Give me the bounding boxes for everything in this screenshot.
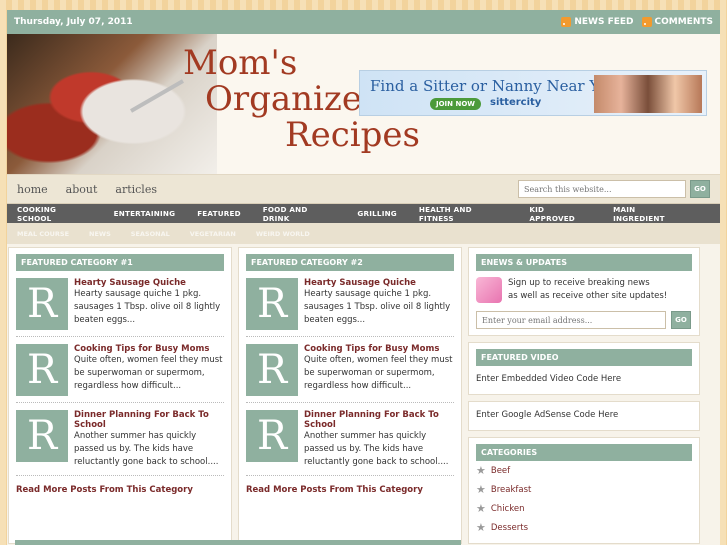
post-excerpt: Another summer has quickly passed us by.… [304, 431, 449, 467]
catnav-featured[interactable]: FEATURED [197, 209, 241, 218]
rss-feed-icon[interactable] [476, 277, 502, 303]
date-text: Thursday, July 07, 2011 [14, 17, 133, 27]
post-title[interactable]: Cooking Tips for Busy Moms [74, 344, 224, 354]
enews-widget: ENEWS & UPDATES Sign up to receive break… [468, 247, 700, 336]
comments-label: COMMENTS [654, 17, 713, 27]
nav-articles[interactable]: articles [115, 183, 157, 196]
video-placeholder-text: Enter Embedded Video Code Here [476, 374, 622, 384]
star-icon: ★ [476, 483, 486, 496]
bottom-section-bar [15, 540, 461, 545]
post-excerpt: Another summer has quickly passed us by.… [74, 431, 219, 467]
post-item[interactable]: R Hearty Sausage Quiche Hearty sausage q… [16, 271, 224, 337]
catnav-health-fitness[interactable]: HEALTH AND FITNESS [419, 205, 508, 223]
category-item-breakfast[interactable]: ★ Breakfast [476, 480, 692, 499]
adsense-widget: Enter Google AdSense Code Here [468, 401, 700, 431]
category-label: Breakfast [490, 484, 532, 495]
site-header: Mom's Organized Recipes Find a Sitter or… [7, 34, 720, 175]
post-title[interactable]: Cooking Tips for Busy Moms [304, 344, 454, 354]
category-label: Beef [490, 465, 511, 476]
post-thumbnail[interactable]: R [16, 278, 68, 330]
post-thumbnail[interactable]: R [246, 344, 298, 396]
catnav-entertaining[interactable]: ENTERTAINING [114, 209, 176, 218]
featured-category-2-title: FEATURED CATEGORY #2 [246, 254, 454, 271]
post-title[interactable]: Hearty Sausage Quiche [304, 278, 454, 288]
subnav-vegetarian[interactable]: VEGETARIAN [190, 230, 236, 238]
category-item-desserts[interactable]: ★ Desserts [476, 518, 692, 537]
news-feed-label: NEWS FEED [574, 17, 634, 27]
category-label: Desserts [490, 522, 528, 533]
category-item-chicken[interactable]: ★ Chicken [476, 499, 692, 518]
nav-home[interactable]: home [17, 183, 48, 196]
main-nav: home about articles GO [7, 175, 720, 204]
search-form: GO [518, 180, 710, 198]
featured-category-1-title: FEATURED CATEGORY #1 [16, 254, 224, 271]
top-bar: Thursday, July 07, 2011 NEWS FEED COMMEN… [7, 10, 720, 34]
post-title[interactable]: Dinner Planning For Back To School [74, 410, 224, 430]
rss-icon [641, 17, 652, 27]
catnav-grilling[interactable]: GRILLING [357, 209, 396, 218]
star-icon: ★ [476, 464, 486, 477]
adsense-placeholder-text: Enter Google AdSense Code Here [476, 410, 619, 420]
enews-text-2: as well as receive other site updates! [508, 291, 668, 301]
post-title[interactable]: Dinner Planning For Back To School [304, 410, 454, 430]
post-item[interactable]: R Cooking Tips for Busy Moms Quite often… [16, 337, 224, 403]
featured-category-1: FEATURED CATEGORY #1 R Hearty Sausage Qu… [8, 247, 232, 544]
ad-people-image [594, 75, 702, 113]
subnav-seasonal[interactable]: SEASONAL [131, 230, 170, 238]
categories-title: CATEGORIES [476, 444, 692, 461]
catnav-kid-approved[interactable]: KID APPROVED [529, 205, 591, 223]
post-excerpt: Quite often, women feel they must be sup… [74, 355, 223, 391]
subnav-weird-world[interactable]: WEIRD WORLD [256, 230, 310, 238]
post-thumbnail[interactable]: R [16, 344, 68, 396]
search-go-button[interactable]: GO [690, 180, 710, 198]
post-thumbnail[interactable]: R [16, 410, 68, 462]
post-item[interactable]: R Dinner Planning For Back To School Ano… [246, 403, 454, 476]
enews-title: ENEWS & UPDATES [476, 254, 692, 271]
post-excerpt: Quite often, women feel they must be sup… [304, 355, 453, 391]
ad-join-button[interactable]: JOIN NOW [430, 98, 481, 110]
post-excerpt: Hearty sausage quiche 1 pkg. sausages 1 … [304, 289, 451, 325]
comments-link[interactable]: COMMENTS [641, 17, 713, 27]
enews-text-1: Sign up to receive breaking news [508, 278, 650, 288]
sidebar: ENEWS & UPDATES Sign up to receive break… [468, 247, 700, 544]
ad-headline: Find a Sitter or Nanny Near You [370, 77, 617, 95]
post-thumbnail[interactable]: R [246, 410, 298, 462]
catnav-main-ingredient[interactable]: MAIN INGREDIENT [613, 205, 688, 223]
sub-category-nav: MEAL COURSE NEWS SEASONAL VEGETARIAN WEI… [7, 223, 720, 244]
category-label: Chicken [490, 503, 525, 514]
post-excerpt: Hearty sausage quiche 1 pkg. sausages 1 … [74, 289, 221, 325]
logo-line-3: Recipes [285, 115, 420, 155]
catnav-food-and-drink[interactable]: FOOD AND DRINK [263, 205, 336, 223]
subnav-meal-course[interactable]: MEAL COURSE [17, 230, 69, 238]
post-thumbnail[interactable]: R [246, 278, 298, 330]
post-item[interactable]: R Cooking Tips for Busy Moms Quite often… [246, 337, 454, 403]
main-content: FEATURED CATEGORY #1 R Hearty Sausage Qu… [8, 247, 700, 544]
star-icon: ★ [476, 502, 486, 515]
rss-icon [561, 17, 572, 27]
read-more-link[interactable]: Read More Posts From This Category [16, 476, 224, 495]
post-title[interactable]: Hearty Sausage Quiche [74, 278, 224, 288]
read-more-link[interactable]: Read More Posts From This Category [246, 476, 454, 495]
featured-video-widget: FEATURED VIDEO Enter Embedded Video Code… [468, 342, 700, 395]
subnav-news[interactable]: NEWS [89, 230, 111, 238]
catnav-cooking-school[interactable]: COOKING SCHOOL [17, 205, 92, 223]
featured-video-title: FEATURED VIDEO [476, 349, 692, 366]
news-feed-link[interactable]: NEWS FEED [561, 17, 634, 27]
subscribe-go-button[interactable]: GO [671, 311, 691, 329]
categories-widget: CATEGORIES ★ Beef ★ Breakfast ★ Chicken ★ De… [468, 437, 700, 544]
post-item[interactable]: R Hearty Sausage Quiche Hearty sausage q… [246, 271, 454, 337]
nav-about[interactable]: about [66, 183, 98, 196]
search-input[interactable] [518, 180, 686, 198]
featured-category-2: FEATURED CATEGORY #2 R Hearty Sausage Qu… [238, 247, 462, 544]
star-icon: ★ [476, 521, 486, 534]
email-field[interactable] [476, 311, 666, 329]
ad-brand: sittercity [490, 97, 542, 108]
post-item[interactable]: R Dinner Planning For Back To School Ano… [16, 403, 224, 476]
category-item-beef[interactable]: ★ Beef [476, 461, 692, 480]
banner-ad[interactable]: Find a Sitter or Nanny Near You JOIN NOW… [359, 70, 707, 116]
category-nav: COOKING SCHOOL ENTERTAINING FEATURED FOO… [7, 204, 720, 223]
